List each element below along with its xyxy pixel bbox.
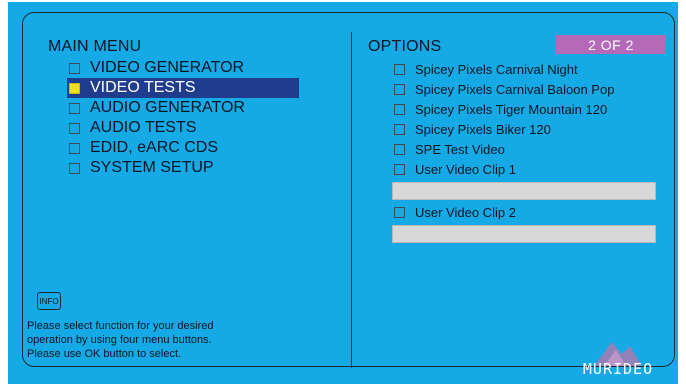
user-video-clip-2-field[interactable] [392, 225, 656, 243]
option-tiger-mountain[interactable]: Spicey Pixels Tiger Mountain 120 [392, 99, 656, 119]
option-user-video-clip-1[interactable]: User Video Clip 1 [392, 159, 656, 179]
option-carnival-night[interactable]: Spicey Pixels Carnival Night [392, 59, 656, 79]
menu-item-label: AUDIO GENERATOR [90, 99, 245, 116]
option-user-video-clip-2[interactable]: User Video Clip 2 [392, 202, 656, 222]
menu-item-label: AUDIO TESTS [90, 119, 197, 136]
option-biker[interactable]: Spicey Pixels Biker 120 [392, 119, 656, 139]
logo-text: MURIDEO [582, 360, 654, 378]
help-line: Please select function for your desired [27, 320, 214, 332]
menu-item-audio-generator[interactable]: AUDIO GENERATOR [67, 98, 299, 118]
option-label: Spicey Pixels Biker 120 [415, 121, 551, 137]
main-menu-title: MAIN MENU [48, 38, 142, 55]
menu-item-label: VIDEO GENERATOR [90, 59, 245, 76]
menu-item-label: VIDEO TESTS [90, 79, 196, 96]
help-line: operation by using four menu buttons. [27, 334, 212, 346]
menu-item-video-generator[interactable]: VIDEO GENERATOR [67, 58, 299, 78]
page-indicator-badge: 2 OF 2 [556, 35, 666, 54]
option-spe-test-video[interactable]: SPE Test Video [392, 139, 656, 159]
checkbox-icon [394, 63, 405, 75]
checkbox-icon [394, 83, 405, 95]
menu-item-label: EDID, eARC CDS [90, 139, 219, 156]
checkbox-icon [394, 143, 405, 155]
main-menu-list: VIDEO GENERATOR VIDEO TESTS AUDIO GENERA… [67, 58, 299, 178]
user-video-clip-1-field[interactable] [392, 182, 656, 200]
menu-item-video-tests[interactable]: VIDEO TESTS [67, 78, 299, 98]
checkbox-icon [69, 102, 80, 114]
option-carnival-baloon-pop[interactable]: Spicey Pixels Carnival Baloon Pop [392, 79, 656, 99]
info-button[interactable]: INFO [37, 292, 61, 310]
checkbox-icon [69, 62, 80, 74]
checkbox-icon [394, 123, 405, 135]
options-title: OPTIONS [368, 38, 442, 55]
menu-item-system-setup[interactable]: SYSTEM SETUP [67, 158, 299, 178]
column-divider [351, 32, 352, 368]
checkbox-icon [394, 103, 405, 115]
checkbox-icon [69, 162, 80, 174]
option-label: User Video Clip 1 [415, 161, 516, 177]
option-label: Spicey Pixels Tiger Mountain 120 [415, 101, 608, 117]
help-text: Please select function for your desired … [27, 319, 327, 361]
options-list: Spicey Pixels Carnival Night Spicey Pixe… [392, 59, 656, 245]
brand-logo: MURIDEO [570, 336, 666, 382]
option-label: User Video Clip 2 [415, 204, 516, 220]
checkbox-icon [394, 163, 405, 175]
checkbox-icon [394, 206, 405, 218]
checkbox-icon [69, 122, 80, 134]
option-label: Spicey Pixels Carnival Baloon Pop [415, 81, 615, 97]
help-line: Please use OK button to select. [27, 348, 182, 360]
menu-item-label: SYSTEM SETUP [90, 159, 214, 176]
menu-item-audio-tests[interactable]: AUDIO TESTS [67, 118, 299, 138]
option-label: SPE Test Video [415, 141, 505, 157]
option-label: Spicey Pixels Carnival Night [415, 61, 578, 77]
menu-item-edid-earc-cds[interactable]: EDID, eARC CDS [67, 138, 299, 158]
checkbox-checked-icon [69, 82, 80, 94]
checkbox-icon [69, 142, 80, 154]
